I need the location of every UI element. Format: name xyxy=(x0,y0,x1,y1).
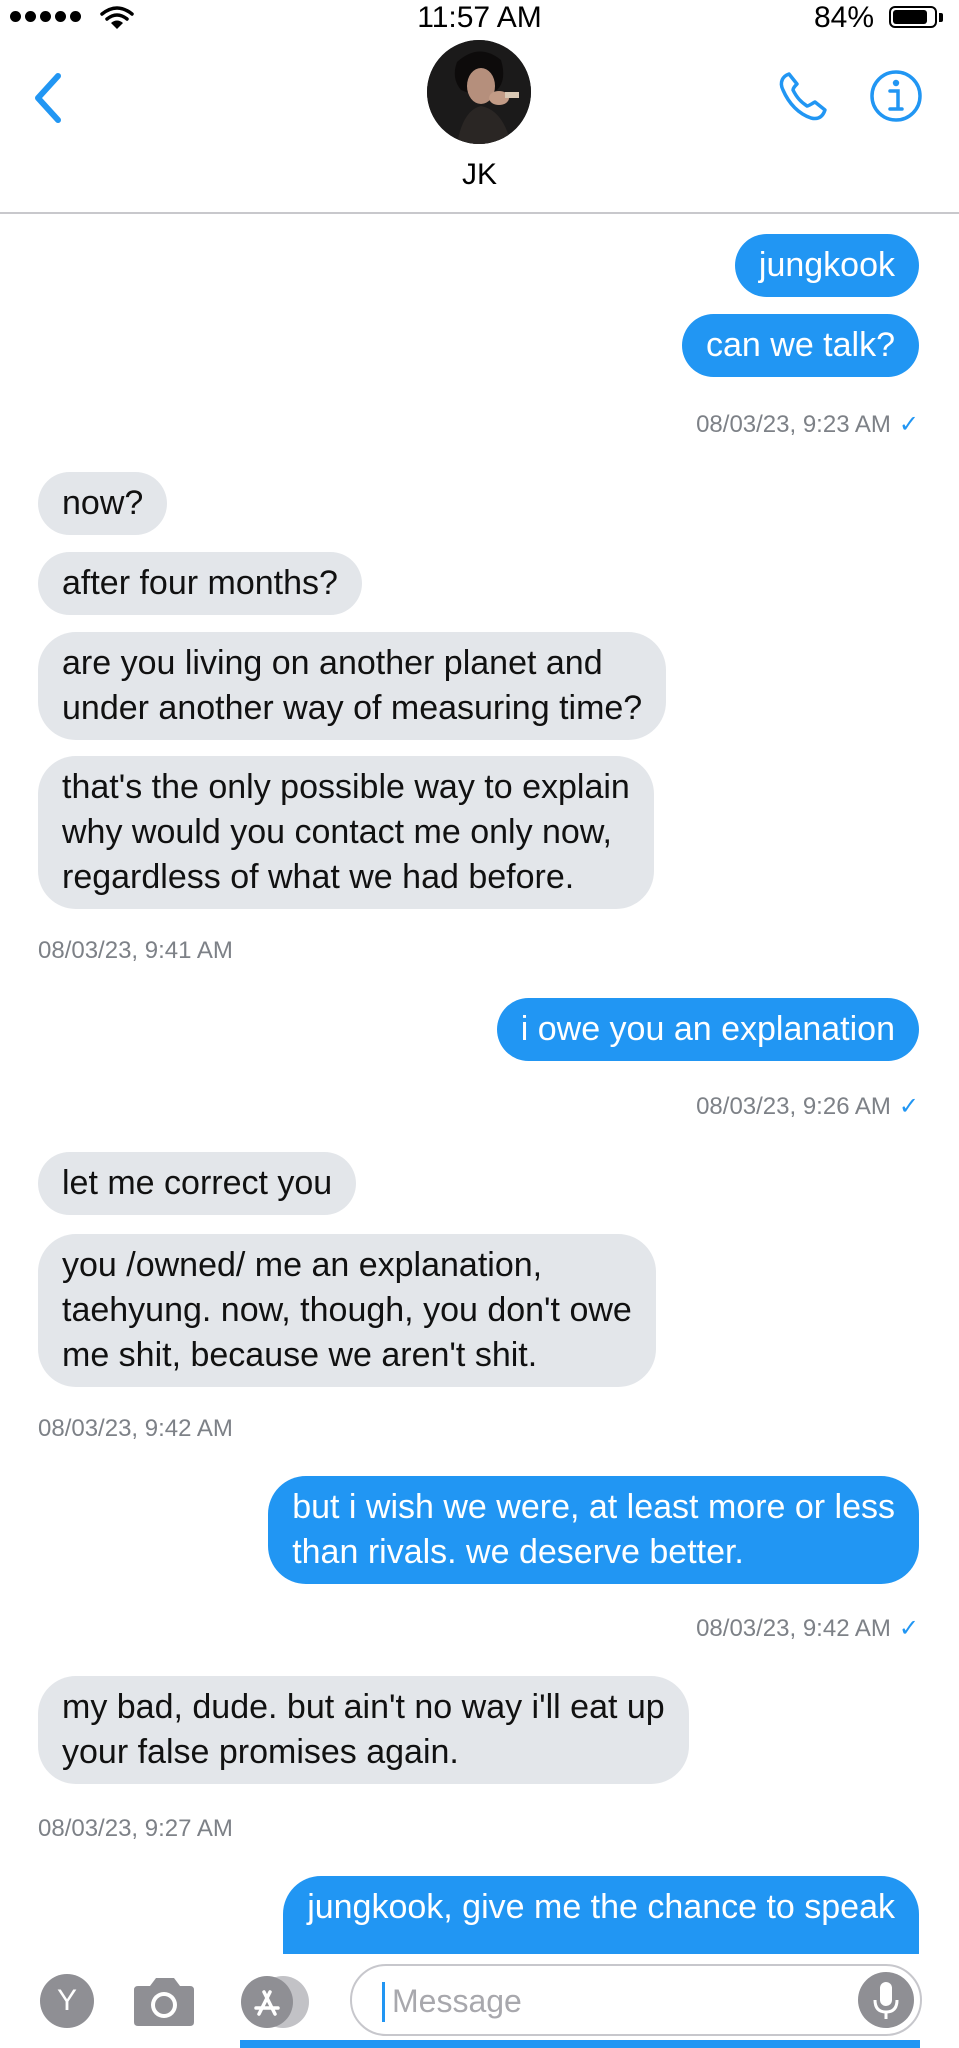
message-thread[interactable]: jungkook can we talk? 08/03/23, 9:23 AM ✓… xyxy=(0,214,959,1954)
message-text: jungkook, give me the chance to speak xyxy=(283,1876,919,1954)
battery-fill xyxy=(893,10,927,24)
info-icon[interactable] xyxy=(868,68,924,124)
message-bubble-outgoing[interactable]: but i wish we were, at least more or les… xyxy=(268,1476,919,1584)
status-bar: 11:57 AM 84% xyxy=(0,0,959,40)
message-bubble-outgoing[interactable]: can we talk? xyxy=(682,314,919,377)
message-bubble-incoming[interactable]: let me correct you xyxy=(38,1152,357,1215)
delivered-check-icon: ✓ xyxy=(898,1615,919,1642)
message-bubble-outgoing[interactable]: jungkook xyxy=(734,234,919,297)
message-bubble-incoming[interactable]: you /owned/ me an explanation, taehyung.… xyxy=(38,1234,656,1387)
avatar-image xyxy=(427,40,531,144)
phone-icon[interactable] xyxy=(775,68,831,124)
next-message-edge xyxy=(240,2040,920,2048)
message-text: can we talk? xyxy=(682,314,919,377)
avatar[interactable] xyxy=(427,40,531,144)
message-bubble-incoming[interactable]: my bad, dude. but ain't no way i'll eat … xyxy=(38,1676,689,1784)
app-store-icon[interactable] xyxy=(239,1974,315,2030)
text-cursor xyxy=(382,1982,385,2022)
message-text: that's the only possible way to explain … xyxy=(38,756,654,909)
message-bubble-incoming[interactable]: are you living on another planet and und… xyxy=(38,632,667,740)
contact-name[interactable]: JK xyxy=(0,158,959,192)
message-timestamp: 08/03/23, 9:41 AM xyxy=(38,937,233,964)
message-text: i owe you an explanation xyxy=(496,998,919,1061)
message-text: you /owned/ me an explanation, taehyung.… xyxy=(38,1234,656,1387)
message-timestamp: 08/03/23, 9:26 AM ✓ xyxy=(696,1093,919,1120)
battery-percent: 84% xyxy=(813,1,874,34)
message-bubble-incoming[interactable]: now? xyxy=(38,472,168,535)
message-input[interactable] xyxy=(390,1966,834,2036)
message-bubble-incoming[interactable]: that's the only possible way to explain … xyxy=(38,756,654,909)
message-text: my bad, dude. but ain't no way i'll eat … xyxy=(38,1676,689,1784)
chevron-left-icon[interactable] xyxy=(30,70,66,126)
delivered-check-icon: ✓ xyxy=(898,1093,919,1120)
camera-icon[interactable] xyxy=(132,1972,196,2030)
message-text: let me correct you xyxy=(38,1152,357,1215)
message-bubble-outgoing[interactable]: jungkook, give me the chance to speak xyxy=(283,1876,919,1954)
message-text: jungkook xyxy=(734,234,919,297)
compose-bar: Y xyxy=(0,1954,959,2048)
delivered-check-icon: ✓ xyxy=(898,411,919,438)
message-text: are you living on another planet and und… xyxy=(38,632,667,740)
message-text: now? xyxy=(38,472,168,535)
battery-tip xyxy=(939,13,943,22)
message-timestamp: 08/03/23, 9:42 AM xyxy=(38,1415,233,1442)
message-field[interactable] xyxy=(350,1964,922,2036)
message-bubble-incoming[interactable]: after four months? xyxy=(38,552,362,615)
message-text: after four months? xyxy=(38,552,362,615)
battery-icon xyxy=(889,6,937,28)
conversation-header: JK xyxy=(0,40,959,214)
message-timestamp: 08/03/23, 9:27 AM xyxy=(38,1815,233,1842)
y-app-button[interactable]: Y xyxy=(40,1974,94,2028)
message-timestamp: 08/03/23, 9:23 AM ✓ xyxy=(696,411,919,438)
message-timestamp: 08/03/23, 9:42 AM ✓ xyxy=(696,1615,919,1642)
microphone-icon[interactable] xyxy=(858,1972,914,2028)
message-text: but i wish we were, at least more or les… xyxy=(268,1476,919,1584)
message-bubble-outgoing[interactable]: i owe you an explanation xyxy=(496,998,919,1061)
